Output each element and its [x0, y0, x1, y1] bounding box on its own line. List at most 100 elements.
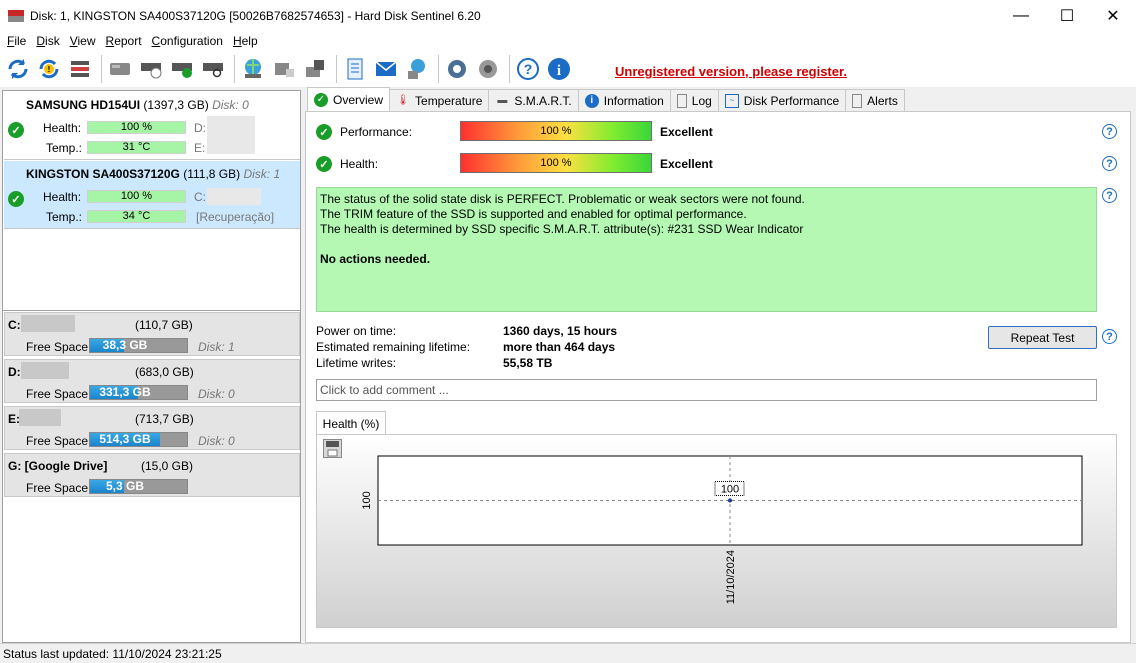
- power-on-label: Power on time:: [316, 324, 397, 338]
- menu-configuration[interactable]: Configuration: [147, 34, 228, 48]
- close-button[interactable]: ✕: [1090, 0, 1136, 31]
- volume-item-c[interactable]: C: (110,7 GB) Free Space 38,3 GB Disk: 1: [4, 312, 300, 356]
- volume-list-panel: C: (110,7 GB) Free Space 38,3 GB Disk: 1…: [2, 310, 301, 643]
- status-bar: Status last updated: 11/10/2024 23:21:25: [0, 643, 1136, 663]
- minimize-button[interactable]: —: [998, 0, 1044, 31]
- disk-transfer-icon[interactable]: [301, 54, 329, 84]
- health-label: Health:: [340, 157, 379, 171]
- data-point: [728, 498, 732, 503]
- tab-log[interactable]: Log: [669, 89, 719, 111]
- app-icon: [8, 8, 24, 24]
- performance-ok-icon: ✓: [316, 124, 332, 140]
- maximize-button[interactable]: ☐: [1044, 0, 1090, 31]
- info-icon: i: [584, 93, 599, 108]
- chart-icon: ~: [724, 93, 739, 108]
- help-icon[interactable]: ?: [1102, 188, 1117, 203]
- register-link[interactable]: Unregistered version, please register.: [615, 64, 847, 79]
- free-space-bar: 331,3 GB: [89, 385, 188, 400]
- menu-disk[interactable]: Disk: [31, 34, 64, 48]
- health-bar: 100 %: [460, 153, 652, 173]
- disk-number: Disk: 1: [243, 167, 281, 181]
- volume-disk: Disk: 1: [198, 340, 235, 354]
- temp-label: Temp.:: [46, 210, 83, 224]
- health-label: Health:: [43, 121, 82, 135]
- help-icon[interactable]: ?: [1102, 329, 1117, 344]
- tab-alerts[interactable]: Alerts: [845, 89, 905, 111]
- menu-help[interactable]: Help: [228, 34, 263, 48]
- lifetime-writes-label: Lifetime writes:: [316, 356, 397, 370]
- email-icon[interactable]: [372, 54, 400, 84]
- tab-information[interactable]: i Information: [577, 89, 671, 111]
- info-icon[interactable]: i: [545, 54, 573, 84]
- status-line: The status of the solid state disk is PE…: [320, 192, 805, 206]
- free-space-bar: 38,3 GB: [89, 338, 188, 353]
- disk-search-icon[interactable]: [199, 54, 227, 84]
- redacted-label: [207, 116, 255, 154]
- svg-text:i: i: [557, 63, 561, 79]
- free-space-label: Free Space: [26, 387, 89, 401]
- svg-text:?: ?: [524, 61, 533, 77]
- disk-card-kingston[interactable]: KINGSTON SA400S37120G (111,8 GB) Disk: 1…: [4, 161, 300, 229]
- volume-size: (713,7 GB): [135, 412, 194, 426]
- disk-check-icon[interactable]: [168, 54, 196, 84]
- tab-disk-performance[interactable]: ~ Disk Performance: [717, 89, 847, 111]
- tab-overview[interactable]: ✓ Overview: [307, 87, 391, 111]
- refresh-icon[interactable]: [4, 54, 32, 84]
- svg-text:!: !: [48, 65, 51, 74]
- disk-size: (111,8 GB): [183, 167, 241, 181]
- volume-item-e[interactable]: E: (713,7 GB) Free Space 514,3 GB Disk: …: [4, 406, 300, 450]
- menu-report[interactable]: Report: [101, 34, 147, 48]
- volume-letter: C:: [8, 318, 21, 332]
- free-space-bar: 514,3 GB: [89, 432, 188, 447]
- tab-smart[interactable]: ▬ S.M.A.R.T.: [488, 89, 579, 111]
- volume-item-g[interactable]: G: [Google Drive] (15,0 GB) Free Space 5…: [4, 453, 300, 497]
- power-on-value: 1360 days, 15 hours: [503, 324, 618, 338]
- free-space-bar: 5,3 GB: [89, 479, 188, 494]
- title-bar: Disk: 1, KINGSTON SA400S37120G [50026B76…: [0, 0, 1136, 31]
- repeat-test-button[interactable]: Repeat Test: [988, 326, 1097, 349]
- volume-disk: Disk: 0: [198, 434, 235, 448]
- alert-icon: [852, 93, 863, 108]
- window-title: Disk: 1, KINGSTON SA400S37120G [50026B76…: [30, 8, 481, 23]
- temp-bar: 31 °C: [87, 141, 186, 154]
- comment-input[interactable]: Click to add comment ...: [316, 379, 1097, 401]
- menu-view[interactable]: View: [65, 34, 101, 48]
- help-icon[interactable]: ?: [514, 54, 542, 84]
- tab-temperature[interactable]: 🌡 Temperature: [389, 89, 490, 111]
- health-ok-icon: ✓: [8, 191, 24, 207]
- health-chart-plot: 100 11/10/2024 100: [361, 455, 1083, 604]
- disk-icon[interactable]: [106, 54, 134, 84]
- volume-letter: D:: [8, 365, 21, 379]
- chart-tab-health[interactable]: Health (%): [316, 411, 386, 435]
- settings-gear-icon[interactable]: [443, 54, 471, 84]
- free-space-label: Free Space: [26, 340, 89, 354]
- volume-item-d[interactable]: D: (683,0 GB) Free Space 331,3 GB Disk: …: [4, 359, 300, 403]
- disk-schedule-icon[interactable]: [137, 54, 165, 84]
- temp-label: Temp.:: [46, 141, 83, 155]
- help-icon[interactable]: ?: [1102, 124, 1117, 139]
- smart-icon: ▬: [497, 95, 508, 106]
- performance-bar: 100 %: [460, 121, 652, 141]
- menu-file[interactable]: File: [2, 34, 31, 48]
- drive-letter: E:: [194, 141, 206, 155]
- sound-icon[interactable]: [474, 54, 502, 84]
- network-globe-icon[interactable]: [239, 54, 267, 84]
- disk-list-icon[interactable]: [66, 54, 94, 84]
- help-icon[interactable]: ?: [1102, 156, 1117, 171]
- network-send-icon[interactable]: [403, 54, 431, 84]
- redacted-label: [21, 315, 75, 332]
- menu-bar: File Disk View Report Configuration Help: [0, 31, 1136, 51]
- volume-size: (15,0 GB): [141, 459, 194, 473]
- disk-name: SAMSUNG HD154UI: [26, 98, 141, 112]
- disk-card-samsung[interactable]: SAMSUNG HD154UI (1397,3 GB) Disk: 0 ✓ He…: [4, 92, 300, 160]
- status-description: The status of the solid state disk is PE…: [316, 187, 1097, 312]
- volume-letter: G: [Google Drive]: [8, 459, 108, 473]
- free-space-label: Free Space: [26, 481, 89, 495]
- drive-letter: D:: [194, 121, 206, 135]
- free-space-label: Free Space: [26, 434, 89, 448]
- report-icon[interactable]: [341, 54, 369, 84]
- refresh-warning-icon[interactable]: !: [35, 54, 63, 84]
- volume-disk: Disk: 0: [198, 387, 235, 401]
- disk-network-icon[interactable]: [270, 54, 298, 84]
- status-action: No actions needed.: [320, 252, 431, 266]
